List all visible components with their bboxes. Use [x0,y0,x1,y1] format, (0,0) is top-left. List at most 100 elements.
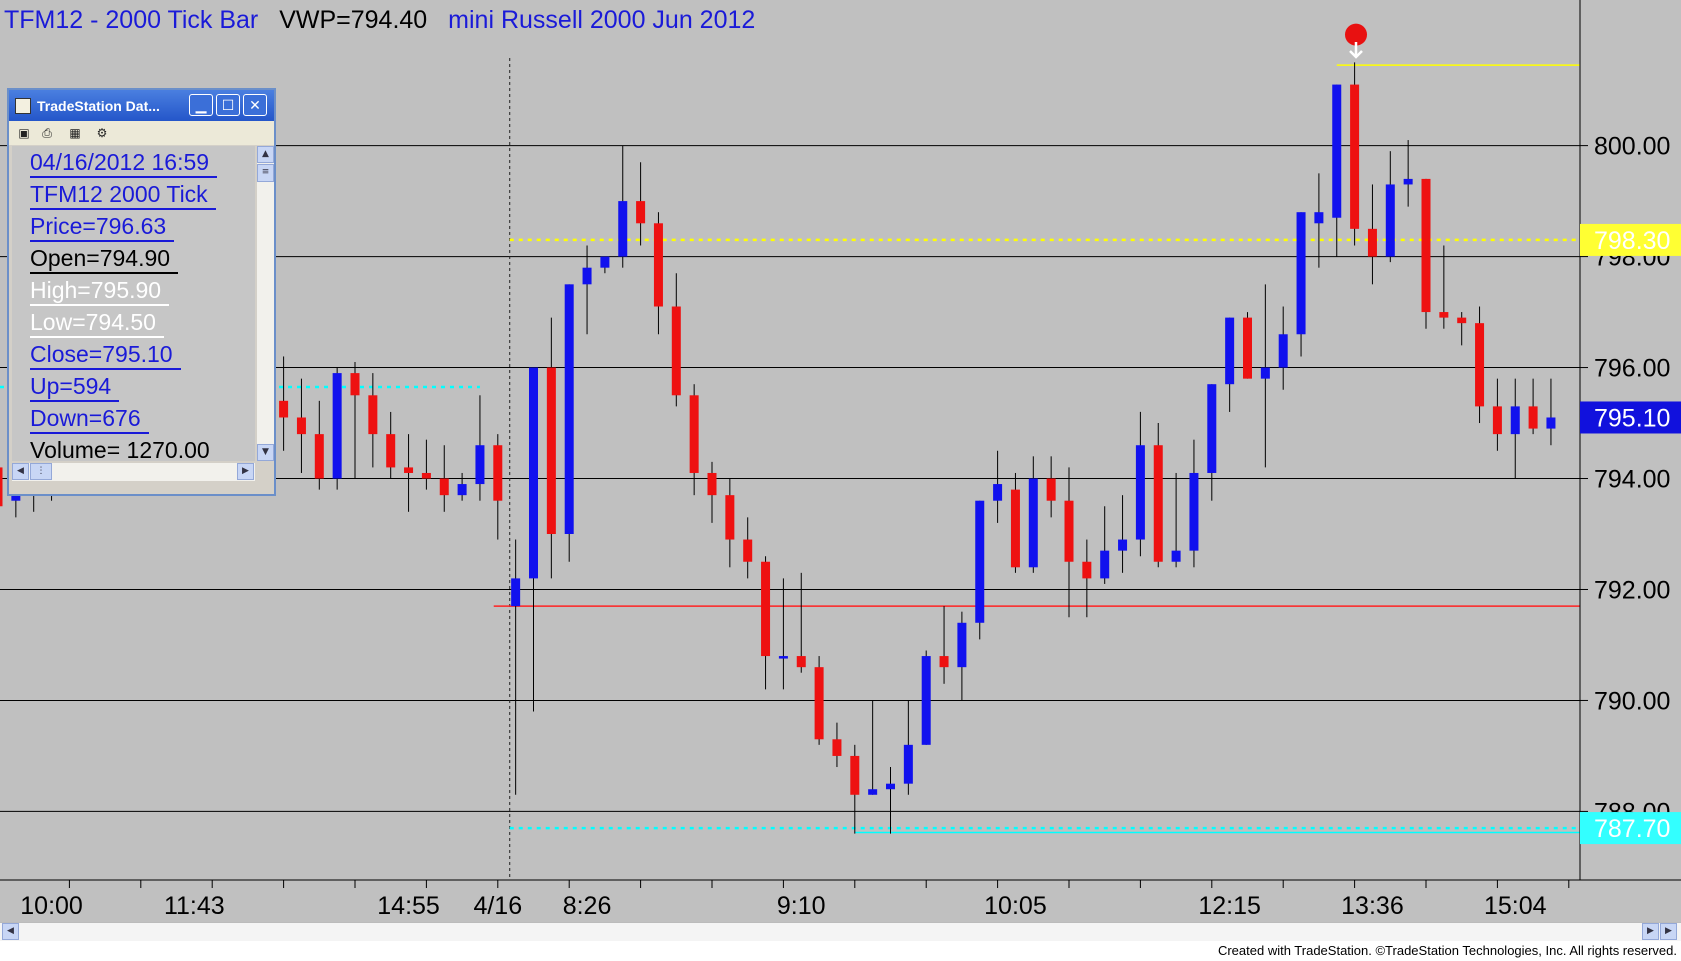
price-tag-label: 795.10 [1594,404,1670,432]
candle-down [1492,406,1502,435]
candle-up [618,201,628,257]
candle-up [1546,417,1556,429]
data-window-field: Down=676 [30,404,149,434]
candle-up [1332,84,1342,218]
y-tick-label: 796.00 [1594,355,1670,383]
y-tick-label: 790.00 [1594,687,1670,715]
candle-down [1064,500,1074,562]
candle-down [707,472,717,496]
candle-up [975,500,985,623]
chart-scroll-end-icon[interactable]: ▶ [1660,923,1677,940]
save-icon[interactable]: ▣ [17,126,31,140]
minimize-button[interactable]: ▁ [189,94,213,116]
candle-down [493,445,503,501]
candle-down [439,478,449,496]
candle-down [1439,312,1449,318]
candle-up [1260,367,1270,379]
price-tag-label: 787.70 [1594,815,1670,843]
scroll-up-icon[interactable]: ▲ [257,146,274,163]
chart-title-vwp: VWP=794.40 [279,6,427,34]
candle-down [296,417,306,435]
credit-footer: Created with TradeStation. ©TradeStation… [1217,943,1677,958]
x-tick-label: 10:00 [20,892,83,920]
candle-up [564,284,574,534]
candle-down [1243,317,1252,379]
data-window-titlebar[interactable]: TradeStation Dat... ▁ ☐ ✕ [9,90,274,121]
data-window-field: Low=794.50 [30,308,164,338]
candle-up [993,484,1003,501]
print-icon[interactable]: ⎙ [40,126,54,140]
candle-up [457,484,467,496]
candle-down [1010,489,1020,568]
candle-up [475,445,485,485]
scroll-down-icon[interactable]: ▼ [257,444,274,461]
candle-up [1403,178,1413,185]
candle-down [1082,561,1092,579]
candle-down [939,656,949,668]
data-window-horizontal-scrollbar[interactable]: ◀ ⋮ ▶ [12,463,255,481]
candle-down [386,434,396,468]
chart-scroll-left-icon[interactable]: ◀ [2,923,19,940]
y-tick-label: 794.00 [1594,466,1670,494]
data-window[interactable]: TradeStation Dat... ▁ ☐ ✕ ▣ ⎙ ▦ ⚙ 04/16/… [7,88,276,496]
candle-up [1118,539,1128,551]
chart-scroll-right-icon[interactable]: ▶ [1642,923,1659,940]
y-tick-label: 792.00 [1594,576,1670,604]
maximize-button[interactable]: ☐ [216,94,240,116]
close-button[interactable]: ✕ [243,94,267,116]
candle-down [1421,178,1431,313]
candle-down [761,561,771,657]
candle-down [1350,84,1360,229]
scroll-left-icon[interactable]: ◀ [12,463,29,480]
candle-up [778,656,788,659]
candle-up [903,744,913,784]
candle-down [743,539,753,562]
candle-down [1475,323,1485,407]
candle-down [636,201,646,224]
candle-up [1028,478,1038,568]
chart-title-symbol: TFM12 - 2000 Tick Bar [4,6,258,34]
x-tick-label: 8:26 [563,892,612,920]
scroll-thumb[interactable]: ≡ [257,164,274,182]
candle-up [1100,550,1110,579]
candle-down [314,434,324,479]
candle-down [1457,317,1467,324]
candle-up [1207,384,1217,473]
properties-icon[interactable]: ⚙ [95,126,109,140]
candle-down [796,656,806,668]
chart-horizontal-scrollbar[interactable]: ◀ ▶ ▶ [0,922,1681,941]
data-window-vertical-scrollbar[interactable]: ▲ ≡ ▼ [257,146,274,461]
candle-up [582,267,592,285]
data-window-field: Up=594 [30,372,120,402]
x-tick-label: 4/16 [473,892,522,920]
candle-down [1367,228,1377,257]
y-tick-label: 800.00 [1594,133,1670,161]
candle-up [868,789,878,795]
h-scroll-thumb[interactable]: ⋮ [30,463,52,480]
data-window-fields: 04/16/2012 16:59 TFM12 2000 Tick Price=796… [12,146,255,461]
candle-up [1385,184,1395,257]
data-window-toolbar: ▣ ⎙ ▦ ⚙ [9,121,274,145]
chart-title-description: mini Russell 2000 Jun 2012 [448,6,755,34]
data-window-field: Volume= 1270.00 [30,436,218,461]
candle-up [957,622,967,668]
x-tick-label: 10:05 [984,892,1047,920]
candle-down [689,395,699,473]
data-window-field: High=795.90 [30,276,170,306]
candle-down [368,395,378,435]
candle-up [1171,550,1181,562]
candle-down [671,306,681,396]
data-window-title: TradeStation Dat... [37,98,160,114]
grid-icon[interactable]: ▦ [68,126,82,140]
data-window-field: Close=795.10 [30,340,181,370]
candle-up [1278,334,1288,368]
candle-up [886,783,895,790]
candle-up [1135,445,1145,540]
candle-down [653,223,663,307]
data-window-app-icon [15,98,31,114]
scroll-right-icon[interactable]: ▶ [237,463,254,480]
price-tag-label: 798.30 [1594,227,1670,255]
candle-up [1296,212,1306,335]
candle-down [850,755,860,795]
candle-down [279,400,289,418]
